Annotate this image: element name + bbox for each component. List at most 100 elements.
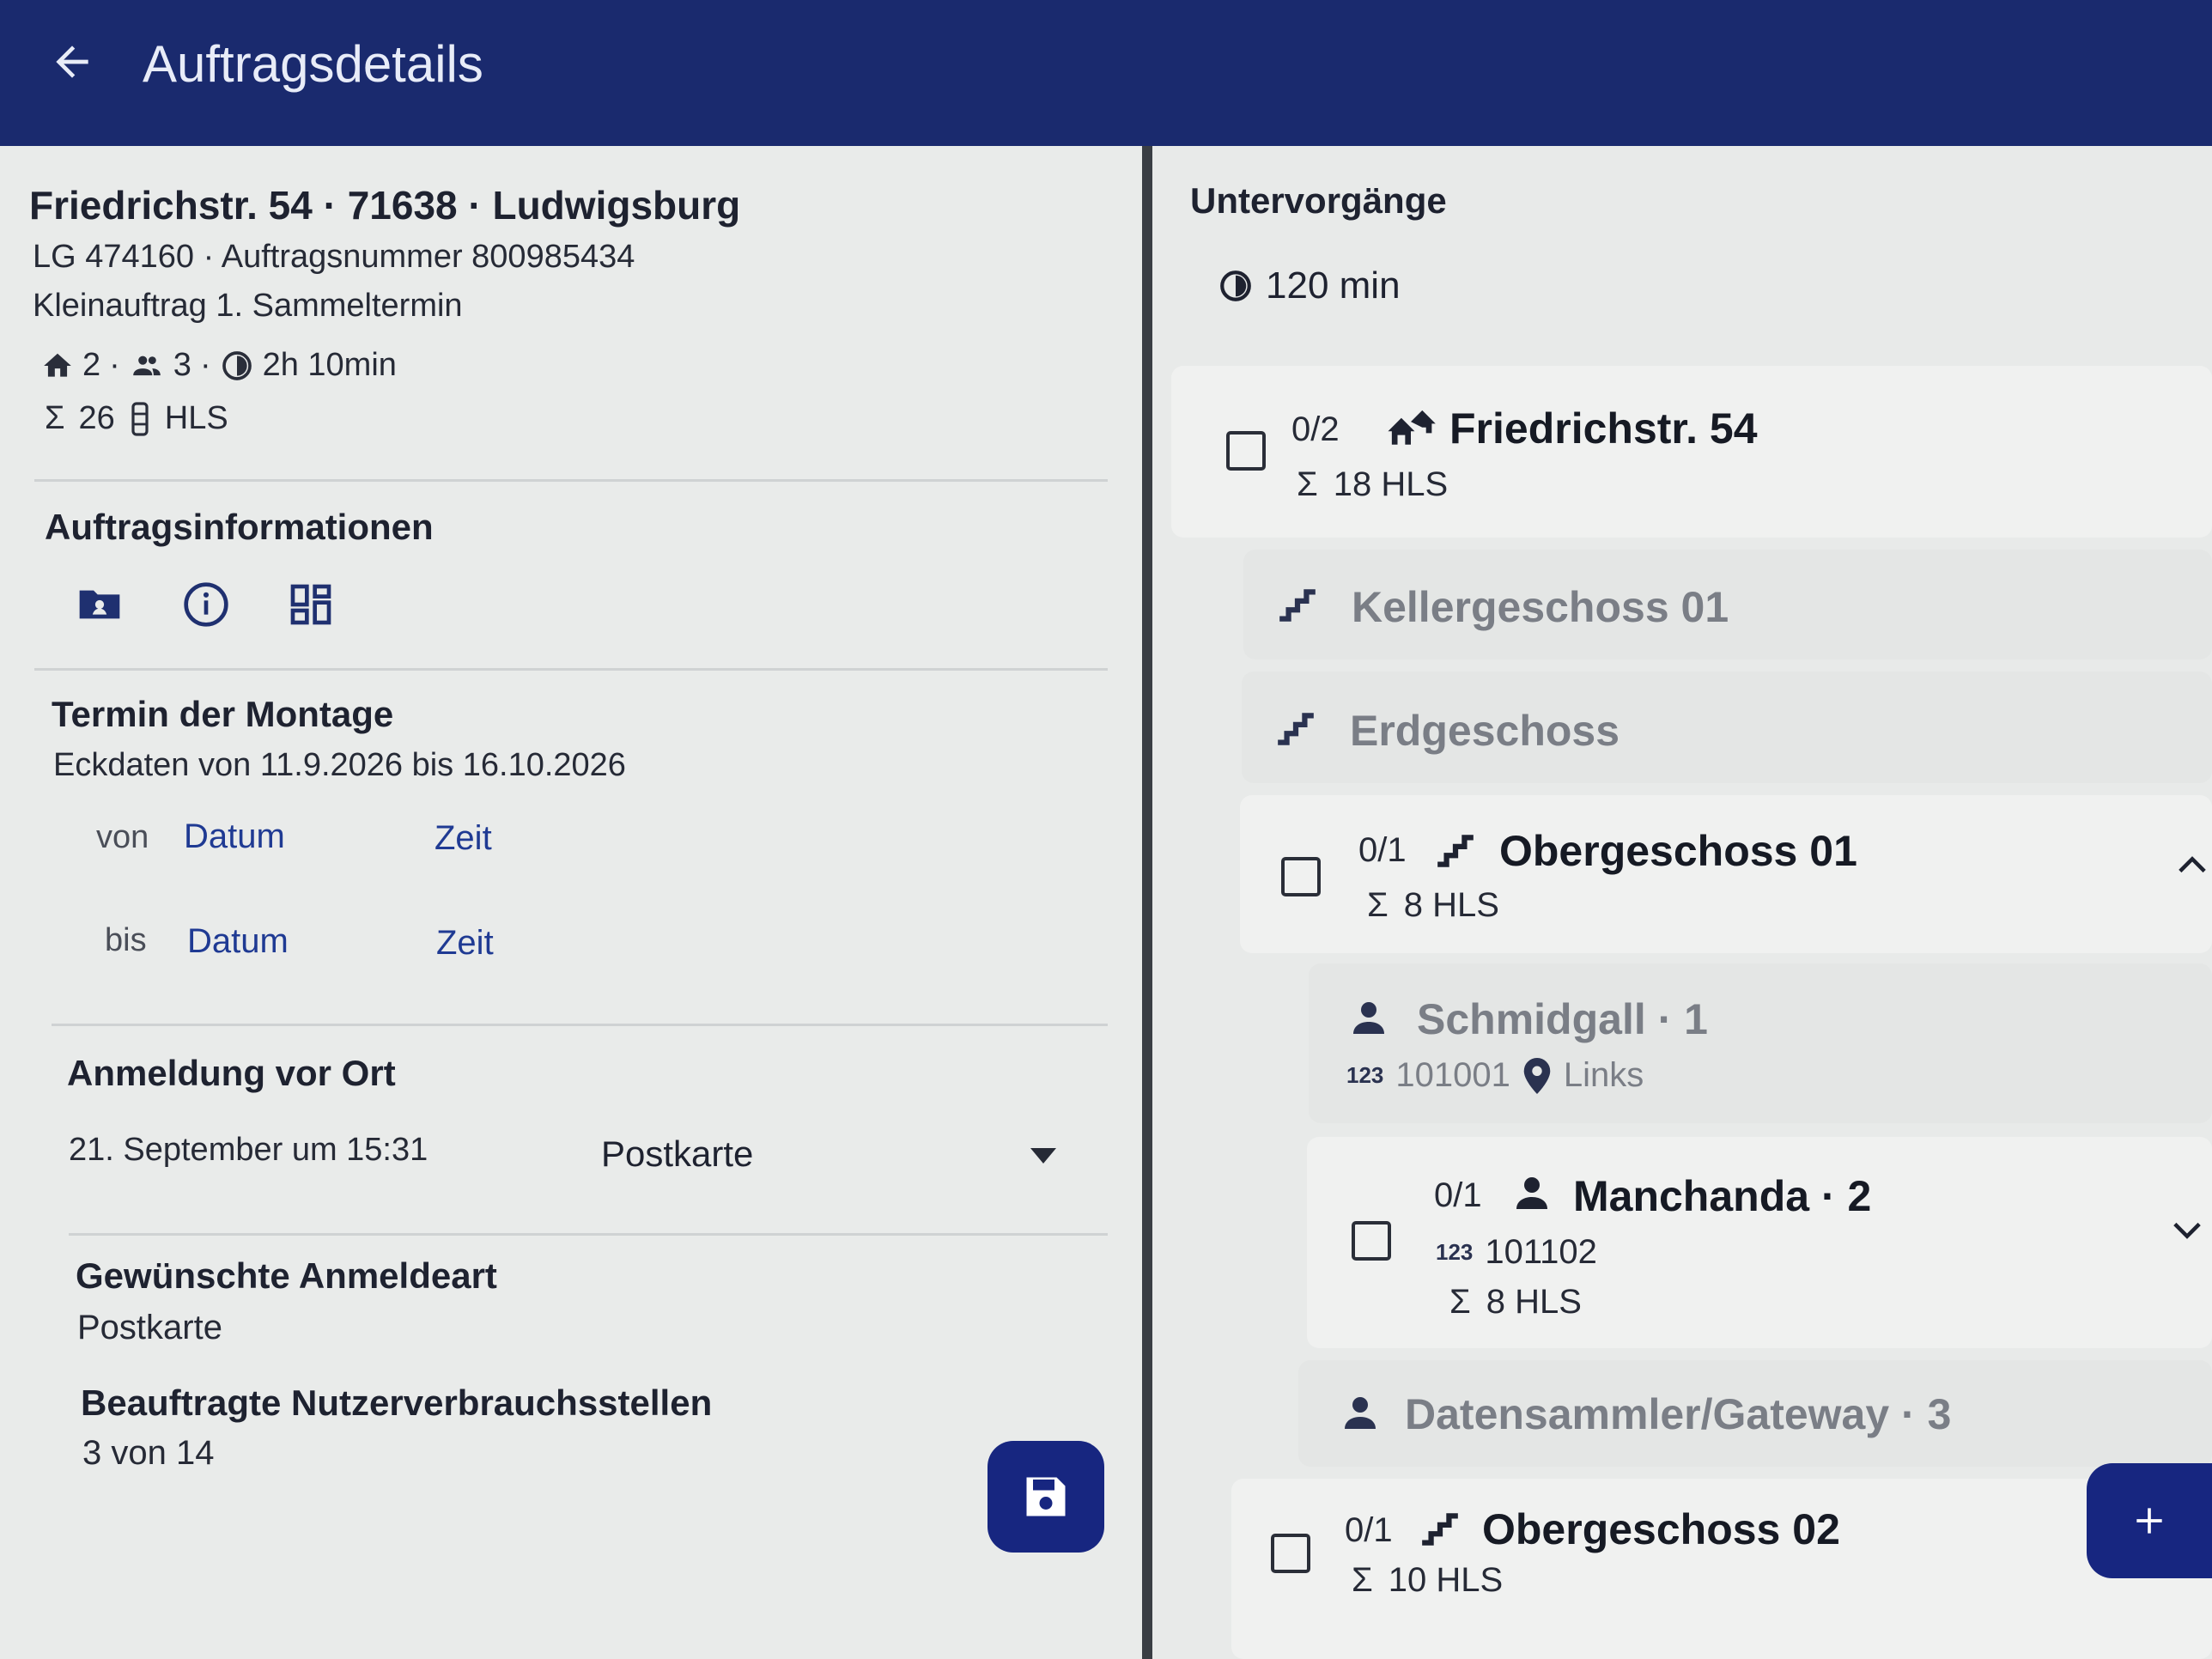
add-button[interactable] [2087,1463,2212,1578]
subtask-name: Datensammler/Gateway · 3 [1405,1390,1952,1438]
stairs-icon [1422,1513,1458,1546]
section-title-beauftragt: Beauftragte Nutzerverbrauchsstellen [81,1382,713,1423]
subtask-count: 0/2 [1291,410,1340,448]
order-sum: Σ 26 HLS [45,400,228,437]
divider [34,668,1108,671]
divider [69,1233,1108,1236]
numbers-icon: 123 [1436,1239,1474,1265]
save-button[interactable] [988,1441,1104,1553]
subtask-checkbox[interactable] [1271,1534,1310,1573]
subtasks-title: Untervorgänge [1190,180,1447,221]
order-type: Kleinauftrag 1. Sammeltermin [33,288,463,324]
order-stats: 2 · 3 · 2h 10min [41,347,397,384]
subtask-checkbox[interactable] [1352,1221,1391,1261]
sum-value: 26 [78,400,115,436]
subtask-sum-value: 8 HLS [1486,1283,1582,1321]
dashboard-icon[interactable] [287,580,335,629]
stairs-icon [1437,835,1474,867]
persons-count: 3 [173,347,191,383]
subtask-checkbox[interactable] [1226,431,1266,471]
back-arrow-icon[interactable] [48,38,96,86]
page-title: Auftragsdetails [143,35,483,93]
order-number: LG 474160 · Auftragsnummer 800985434 [33,239,635,275]
subtask-sum: Σ 8 HLS [1367,886,1499,925]
timer-icon [222,350,252,380]
subtask-name: Manchanda · 2 [1573,1172,1872,1220]
sigma-icon: Σ [1367,886,1389,924]
von-label: von [96,819,149,855]
subtasks-panel: Untervorgänge 120 min 0/2 Friedrichstr. … [1152,146,2212,1659]
stairs-icon [1278,713,1314,745]
separator: · [199,347,211,383]
subtask-meta: 123 101102 [1436,1233,1597,1272]
subtask-sum-value: 10 HLS [1388,1561,1504,1599]
radiator-icon [131,401,149,436]
subtask-sum-value: 8 HLS [1403,886,1499,924]
order-details-panel: Friedrichstr. 54 · 71638 · Ludwigsburg L… [0,146,1142,1659]
person-icon [1516,1177,1547,1209]
bis-label: bis [105,922,147,958]
buildings-icon [1388,410,1436,445]
subtask-user[interactable]: 0/1 Manchanda · 2 123 101102 Σ 8 HLS [1307,1137,2212,1348]
subtask-name: Erdgeschoss [1350,707,1620,755]
person-icon [1345,1397,1376,1429]
dropdown-arrow-icon[interactable] [1030,1147,1056,1164]
plus-icon [2136,1508,2162,1534]
subtasks-duration: 120 min [1218,264,1401,307]
subtask-user[interactable]: Schmidgall · 1 123 101001 Links [1309,963,2212,1123]
person-icon [1353,1002,1384,1034]
subtask-name: Kellergeschoss 01 [1352,583,1729,631]
people-icon [132,356,161,375]
anmeldung-method-select[interactable]: Postkarte [601,1133,753,1175]
subtask-sum: Σ 8 HLS [1449,1283,1582,1322]
order-address: Friedrichstr. 54 · 71638 · Ludwigsburg [29,183,741,228]
subtask-device[interactable]: Datensammler/Gateway · 3 [1298,1360,2212,1467]
gewuenscht-value: Postkarte [77,1309,222,1346]
meter-number: 101001 [1395,1056,1510,1094]
sum-unit: HLS [164,400,228,436]
subtask-sum: Σ 10 HLS [1352,1561,1503,1600]
subtask-count: 0/1 [1358,831,1407,869]
divider [34,479,1108,482]
separator: · [109,347,120,383]
subtask-floor[interactable]: Kellergeschoss 01 [1243,550,2212,659]
divider [52,1024,1108,1026]
numbers-icon: 123 [1346,1062,1384,1088]
subtask-count: 0/1 [1345,1511,1393,1549]
subtask-floor[interactable]: Erdgeschoss [1242,672,2212,783]
houses-count: 2 [82,347,101,383]
subtask-building[interactable]: 0/2 Friedrichstr. 54 Σ 18 HLS [1171,366,2212,538]
subtask-count: 0/1 [1434,1176,1482,1214]
folder-contact-icon[interactable] [76,580,124,629]
subtask-name: Obergeschoss 02 [1482,1505,1840,1553]
section-title-anmeldung: Anmeldung vor Ort [67,1053,396,1093]
app-bar: Auftragsdetails [0,0,2212,146]
bis-time-field[interactable]: Zeit [436,924,494,963]
panel-divider [1142,146,1152,1659]
subtask-name: Schmidgall · 1 [1417,995,1708,1043]
chevron-up-icon[interactable] [2178,854,2207,874]
info-icon[interactable] [182,580,230,629]
section-title-gewuenscht: Gewünschte Anmeldeart [76,1255,497,1296]
anmeldung-datetime: 21. September um 15:31 [69,1132,428,1168]
von-time-field[interactable]: Zeit [434,819,492,858]
subtask-sum-value: 18 HLS [1333,465,1449,503]
subtask-floor[interactable]: 0/1 Obergeschoss 01 Σ 8 HLS [1240,795,2212,953]
meter-location: Links [1563,1056,1644,1094]
timer-icon [1220,270,1251,301]
section-title-info: Auftragsinformationen [45,507,434,547]
meter-number: 101102 [1485,1233,1597,1271]
save-icon [1026,1477,1066,1516]
duration: 2h 10min [262,347,397,383]
chevron-down-icon[interactable] [2172,1221,2202,1242]
section-title-termin: Termin der Montage [52,694,394,734]
bis-date-field[interactable]: Datum [187,922,289,961]
von-date-field[interactable]: Datum [184,817,285,856]
subtask-name: Friedrichstr. 54 [1449,404,1758,453]
sigma-icon: Σ [1297,465,1318,503]
subtask-name: Obergeschoss 01 [1499,827,1857,875]
subtask-floor[interactable]: 0/1 Obergeschoss 02 Σ 10 HLS [1231,1479,2212,1659]
subtasks-duration-value: 120 min [1266,264,1401,307]
subtask-checkbox[interactable] [1281,857,1321,896]
location-pin-icon [1523,1057,1551,1094]
